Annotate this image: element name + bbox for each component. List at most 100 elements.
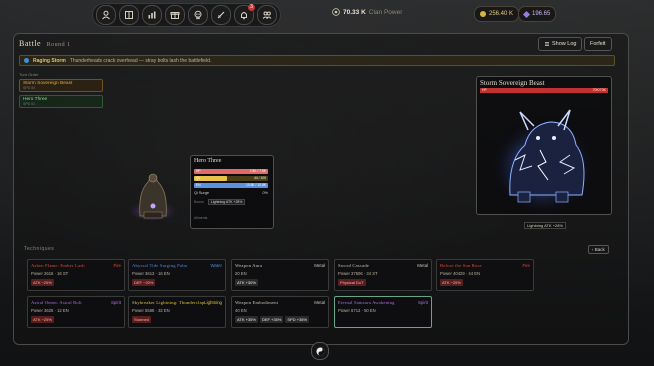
enemy-hp-bar: HP 70K/70K — [480, 88, 608, 93]
gift-icon — [170, 12, 180, 19]
hero-en-value: 10.8K / 10.8K — [246, 183, 266, 187]
turn-order-speed: SPD 51 — [23, 102, 36, 106]
technique-element: Spirit — [110, 300, 121, 305]
clan-button[interactable] — [257, 5, 277, 25]
effect-tag: ATK +35% — [235, 316, 258, 323]
show-log-button[interactable]: Show Log — [538, 37, 583, 51]
bell-icon — [241, 12, 247, 20]
back-button[interactable]: ‹ Back — [588, 245, 609, 254]
qi-surge-value: 0% — [262, 191, 269, 195]
technique-name: Astral Omen: Astral Bolt — [31, 300, 82, 305]
stats-button[interactable] — [142, 5, 162, 25]
battle-title: Battle Round 1 — [19, 39, 71, 48]
effect-tag: ATK −25% — [31, 316, 54, 323]
storm-beast-sprite[interactable] — [490, 100, 596, 212]
gem-value: 196.65 — [532, 11, 551, 17]
technique-name: Ashen Flame: Ember Lash — [31, 263, 85, 268]
hero-card[interactable]: Hero Three HP 7.5K / 7.5K QI 44 / 100 EN… — [190, 155, 274, 229]
technique-card[interactable]: Sword Cascade Metal Power 37506 · 34 ST Phy… — [334, 259, 432, 291]
techniques-label: Techniques — [24, 246, 55, 252]
technique-name: Weapon Aura — [235, 263, 263, 268]
log-icon — [545, 42, 549, 46]
hero-en-bar: EN 10.8K / 10.8K — [194, 183, 268, 188]
technique-stats: Power 3613 · 16 EN — [132, 271, 170, 276]
effect-tag: Stunned — [132, 316, 151, 323]
technique-element: Metal — [314, 263, 325, 268]
effect-tag: DEF +35% — [259, 316, 284, 323]
technique-element: Spirit — [417, 300, 428, 305]
technique-stats: Power 2616 · 16 ST — [31, 271, 69, 276]
notification-badge: 3 — [248, 4, 255, 11]
turn-order-speed: SPD 54 — [23, 86, 36, 90]
technique-tags: Stunned — [132, 316, 151, 323]
effect-tag: ATK +30% — [235, 279, 258, 286]
effect-tag: Physical DoT — [338, 279, 366, 286]
sword-icon — [217, 11, 225, 19]
technique-card[interactable]: Astral Omen: Astral Bolt Spirit Power 3625… — [27, 296, 125, 328]
effect-tag: SPD +35% — [285, 316, 310, 323]
technique-element: Water — [210, 263, 222, 268]
technique-tags: ATK −25% — [31, 316, 54, 323]
gold-counter[interactable]: 256.40 K — [474, 6, 520, 22]
technique-element: Fire — [113, 263, 121, 268]
book-icon — [125, 11, 133, 19]
turn-order-item-hero[interactable]: Hero Three SPD 51 — [19, 95, 103, 108]
forfeit-button[interactable]: Forfeit — [584, 37, 612, 51]
technique-stats: 40 EN — [235, 308, 247, 313]
technique-element: Metal — [314, 300, 325, 305]
technique-tags: ATK −25% — [31, 279, 54, 286]
effect-tag: DEF −20% — [132, 279, 156, 286]
hero-sprite[interactable] — [118, 162, 188, 222]
notifications-button[interactable]: 3 — [234, 4, 255, 25]
technique-name: Before the Sun Rose — [440, 263, 482, 268]
ailments-label: Ailments — [194, 216, 208, 220]
hero-hp-bar: HP 7.5K / 7.5K — [194, 169, 268, 174]
technique-card[interactable]: Abyssal Tide Surging Palm Water Power 3613… — [128, 259, 226, 291]
enemy-aura-badge: Lightning ATK +28% — [524, 222, 567, 229]
round-label: Round 1 — [46, 42, 71, 48]
bestiary-button[interactable] — [188, 5, 208, 25]
turn-order-label: Turn Order — [19, 72, 39, 77]
yin-yang-icon — [315, 346, 325, 356]
enemy-hp-value: 70K/70K — [592, 88, 606, 92]
hero-hp-label: HP — [196, 169, 201, 173]
rewards-button[interactable] — [165, 5, 185, 25]
hero-hp-value: 7.5K / 7.5K — [249, 169, 266, 173]
technique-tags: Physical DoT — [338, 279, 366, 286]
technique-card[interactable]: Weapon Aura Metal 20 EN ATK +30% — [231, 259, 329, 291]
qi-orb-button[interactable] — [311, 342, 329, 360]
show-log-label: Show Log — [552, 41, 577, 47]
technique-card[interactable]: Before the Sun Rose Fire Power 40429 · 44 … — [436, 259, 534, 291]
clan-power: 70.33 K Clan Power — [332, 8, 402, 16]
technique-element: Fire — [522, 263, 530, 268]
profile-button[interactable] — [96, 5, 116, 25]
gem-icon — [522, 10, 531, 18]
codex-button[interactable] — [119, 5, 139, 25]
gold-coin-icon — [480, 11, 486, 17]
effect-tag: ATK −25% — [440, 279, 463, 286]
arena-button[interactable] — [211, 5, 231, 25]
turn-order-item-enemy[interactable]: Storm Sovereign Beast SPD 54 — [19, 79, 103, 92]
power-value: 70.33 K — [343, 8, 366, 16]
technique-name: Abyssal Tide Surging Palm — [132, 263, 188, 268]
technique-stats: Power 37506 · 34 ST — [338, 271, 378, 276]
technique-card[interactable]: Ashen Flame: Ember Lash Fire Power 2616 · … — [27, 259, 125, 291]
technique-stats: 20 EN — [235, 271, 247, 276]
technique-tags: ATK +35% DEF +35% SPD +35% — [235, 316, 310, 323]
hero-qi-bar: QI 44 / 100 — [194, 176, 268, 181]
gem-counter[interactable]: 196.65 — [518, 6, 557, 22]
boons-row: Boons Lightning ATK +28% — [194, 199, 246, 205]
boon-badge: Lightning ATK +28% — [207, 199, 246, 205]
power-label: Clan Power — [368, 8, 403, 16]
technique-card[interactable]: Eternal Samsara Awakening Spirit Power 671… — [334, 296, 432, 328]
technique-tags: ATK −25% — [440, 279, 463, 286]
technique-card[interactable]: Weapon Embodiment Metal 40 EN ATK +35% DEF +… — [231, 296, 329, 328]
technique-card[interactable]: Skybreaker Lightning: Thunderclap Lightni… — [128, 296, 226, 328]
group-icon — [262, 11, 272, 19]
top-bar: 3 70.33 K Clan Power 256.40 K 196.65 — [0, 0, 654, 28]
enemy-hp-label: HP — [482, 88, 487, 92]
skull-icon — [194, 10, 202, 20]
storm-icon — [24, 58, 29, 63]
hero-name: Hero Three — [194, 158, 222, 164]
forfeit-label: Forfeit — [590, 41, 606, 47]
